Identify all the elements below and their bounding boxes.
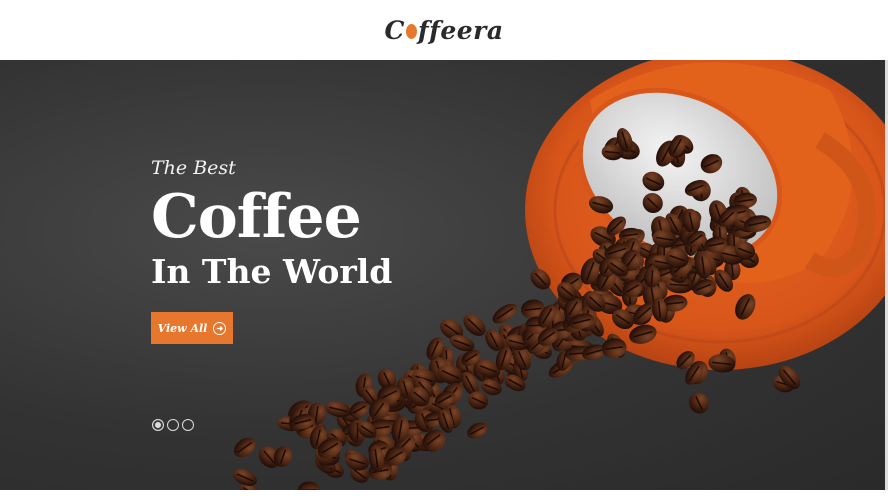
- hero-slider: The Best Coffee In The World View All ➜: [0, 60, 888, 490]
- coffee-cup-image: [233, 60, 888, 490]
- hero-subheadline: In The World: [151, 252, 393, 291]
- logo-suffix: ffeera: [417, 15, 504, 45]
- coffee-bean-icon: [405, 23, 417, 39]
- hero-tagline: The Best: [151, 157, 236, 179]
- view-all-button[interactable]: View All ➜: [151, 312, 233, 344]
- site-header: C ffeera: [0, 0, 888, 60]
- site-logo[interactable]: C ffeera: [384, 16, 503, 45]
- slider-dot-2[interactable]: [167, 419, 179, 431]
- slider-pagination: [152, 419, 194, 431]
- arrow-right-circle-icon: ➜: [213, 321, 227, 335]
- hero-text-block: The Best Coffee In The World: [151, 156, 392, 292]
- slider-dot-1[interactable]: [152, 419, 164, 431]
- logo-prefix: C: [384, 15, 405, 45]
- coffee-bean: [297, 481, 320, 490]
- slider-dot-3[interactable]: [182, 419, 194, 431]
- view-all-label: View All: [157, 321, 208, 335]
- hero-headline: Coffee: [151, 182, 362, 252]
